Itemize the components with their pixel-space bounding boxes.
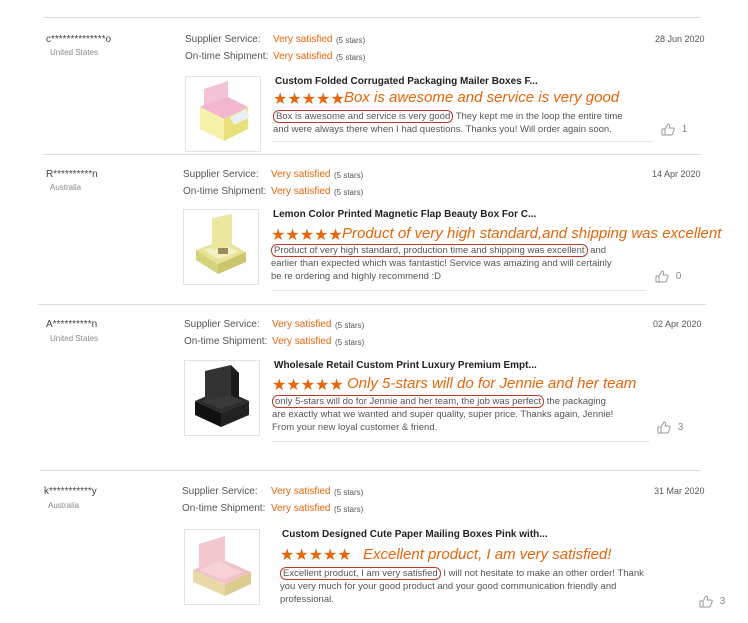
on-time-shipment-value: Very satisfied [273,51,333,62]
supplier-service-label: Supplier Service: [184,319,260,330]
review-body: Excellent product, I am very satisfied I… [280,567,655,606]
thumbs-up-icon [661,123,675,136]
supplier-service-value: Very satisfied [273,34,333,45]
supplier-service-stars: (5 stars) [335,321,365,330]
review-stars: ★★★★★ [272,377,344,394]
black-gift-box-image [195,365,249,427]
highlighted-text: only 5-stars will do for Jennie and her … [272,395,545,408]
review-body: Product of very high standard, productio… [271,244,616,283]
divider [271,290,646,291]
yellow-magnetic-box-image [196,214,246,274]
reviewer-country: United States [50,334,99,343]
product-thumbnail[interactable] [183,209,259,285]
review-date: 31 Mar 2020 [654,486,705,496]
product-thumbnail[interactable] [184,529,260,605]
review-headline: Only 5-stars will do for Jennie and her … [347,375,637,392]
review-stars: ★★★★★ [273,91,345,108]
supplier-service-value: Very satisfied [272,319,332,330]
like-count: 3 [719,596,726,608]
highlighted-text: Excellent product, I am very satisfied [280,567,441,580]
product-title[interactable]: Custom Folded Corrugated Packaging Maile… [275,76,538,87]
on-time-shipment-label: On-time Shipment: [183,186,267,197]
supplier-service-label: Supplier Service: [185,34,261,45]
review-date: 14 Apr 2020 [652,169,701,179]
like-count: 1 [681,124,688,136]
review-headline: Excellent product, I am very satisfied! [363,546,612,563]
divider [44,17,700,18]
like-button[interactable]: 3 [657,421,683,434]
on-time-shipment-stars: (5 stars) [335,338,365,347]
supplier-service-label: Supplier Service: [183,169,259,180]
reviewer-name: c**************o [46,34,112,45]
divider [38,304,706,305]
on-time-shipment-stars: (5 stars) [334,505,364,514]
product-thumbnail[interactable] [185,76,261,152]
reviewer-name: k***********y [44,486,97,497]
product-title[interactable]: Wholesale Retail Custom Print Luxury Pre… [274,360,537,371]
review-headline: Box is awesome and service is very good [344,89,620,106]
supplier-service-value: Very satisfied [271,169,331,180]
supplier-service-stars: (5 stars) [334,488,364,497]
on-time-shipment-value: Very satisfied [271,186,331,197]
like-button[interactable]: 0 [655,270,681,283]
thumbs-up-icon [657,421,671,434]
thumbs-up-icon [699,595,713,608]
pink-mailer-box-image [200,81,250,141]
reviewer-country: Australia [50,183,82,192]
review-stars: ★★★★★ [280,547,352,564]
supplier-service-value: Very satisfied [271,486,331,497]
divider [272,441,650,442]
divider [44,154,700,155]
supplier-service-stars: (5 stars) [334,171,364,180]
product-title[interactable]: Custom Designed Cute Paper Mailing Boxes… [282,529,548,540]
on-time-shipment-stars: (5 stars) [336,53,366,62]
on-time-shipment-label: On-time Shipment: [185,51,269,62]
on-time-shipment-label: On-time Shipment: [182,503,266,514]
review-stars: ★★★★★ [271,227,343,244]
like-count: 3 [677,422,684,434]
review-date: 28 Jun 2020 [655,34,705,44]
review-body: Box is awesome and service is very good … [273,110,633,136]
reviewer-name: A**********n [46,319,98,330]
highlighted-text: Box is awesome and service is very good [273,110,454,123]
reviewer-name: R**********n [46,169,98,180]
review-date: 02 Apr 2020 [653,319,702,329]
like-button[interactable]: 3 [699,595,725,608]
on-time-shipment-value: Very satisfied [271,503,331,514]
highlighted-text: Product of very high standard, productio… [271,244,588,257]
product-title[interactable]: Lemon Color Printed Magnetic Flap Beauty… [273,209,536,220]
on-time-shipment-value: Very satisfied [272,336,332,347]
on-time-shipment-stars: (5 stars) [334,188,364,197]
pink-mailer-box-image [193,536,251,596]
review-body: only 5-stars will do for Jennie and her … [272,395,617,434]
review-headline: Product of very high standard,and shippi… [342,225,722,242]
like-button[interactable]: 1 [661,123,687,136]
like-count: 0 [675,271,682,283]
reviewer-country: Australia [48,501,80,510]
on-time-shipment-label: On-time Shipment: [184,336,268,347]
thumbs-up-icon [655,270,669,283]
divider [40,470,700,471]
supplier-service-stars: (5 stars) [336,36,366,45]
product-thumbnail[interactable] [184,360,260,436]
supplier-service-label: Supplier Service: [182,486,258,497]
reviewer-country: United States [50,48,99,57]
divider [273,141,653,142]
